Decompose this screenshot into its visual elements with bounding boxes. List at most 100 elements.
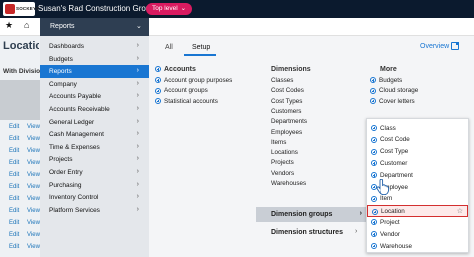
view-link[interactable]: View — [27, 136, 40, 142]
edit-link[interactable]: Edit — [9, 208, 19, 214]
reports-nav-tab[interactable]: Reports ⌄ — [40, 18, 149, 36]
dimension-groups-label: Dimension groups — [271, 210, 333, 218]
edit-link[interactable]: Edit — [9, 232, 19, 238]
link-label: Account group purposes — [164, 77, 233, 84]
submenu-item-label: Location — [381, 208, 405, 216]
link-label: Statistical accounts — [164, 97, 218, 105]
home-icon[interactable]: ⌂ — [24, 20, 29, 30]
menu-link-statistical-accounts[interactable]: Statistical accounts — [155, 98, 218, 105]
edit-link[interactable]: Edit — [9, 244, 19, 250]
dimension-structures-item[interactable]: Dimension structures — [271, 229, 343, 236]
menu-link-budgets[interactable]: Budgets — [370, 77, 402, 84]
menu-link-employees[interactable]: Employees — [271, 129, 302, 136]
menu-link-cover-letters[interactable]: Cover letters — [370, 98, 415, 105]
view-link[interactable]: View — [27, 124, 40, 130]
table-row: Edit View — [0, 206, 40, 217]
menu-link-cloud-storage[interactable]: Cloud storage — [370, 87, 418, 94]
menu-item-reports[interactable]: Reports › — [40, 65, 149, 79]
view-link[interactable]: View — [27, 148, 40, 154]
plus-circle-icon — [370, 87, 376, 94]
menu-item-purchasing[interactable]: Purchasing › — [40, 179, 149, 192]
tab-setup[interactable]: Setup — [192, 44, 210, 51]
menu-link-account-group-purposes[interactable]: Account group purposes — [155, 77, 232, 84]
link-label: Projects — [271, 159, 294, 167]
link-label: Cloud storage — [379, 87, 419, 95]
edit-link[interactable]: Edit — [9, 136, 19, 142]
submenu-item-customer[interactable]: Customer — [367, 157, 468, 169]
link-label: Cost Codes — [271, 87, 304, 95]
submenu-item-cost-type[interactable]: Cost Type — [367, 146, 468, 158]
view-link[interactable]: View — [27, 184, 40, 190]
logo-mark-icon — [5, 4, 15, 14]
link-label: Locations — [271, 149, 298, 157]
submenu-item-vendor[interactable]: Vendor — [367, 228, 468, 240]
edit-link[interactable]: Edit — [9, 172, 19, 178]
view-link[interactable]: View — [27, 220, 40, 226]
chevron-right-icon: › — [136, 193, 139, 201]
menu-item-label: Inventory Control — [49, 194, 99, 202]
view-link[interactable]: View — [27, 244, 40, 250]
menu-item-inventory-control[interactable]: Inventory Control › — [40, 191, 149, 204]
menu-item-general-ledger[interactable]: General Ledger › — [40, 116, 149, 129]
menu-link-classes[interactable]: Classes — [271, 77, 293, 84]
view-link[interactable]: View — [27, 196, 40, 202]
menu-link-warehouses[interactable]: Warehouses — [271, 180, 306, 187]
menu-item-label: Dashboards — [49, 43, 85, 50]
menu-item-order-entry[interactable]: Order Entry › — [40, 166, 149, 179]
favorites-star-icon[interactable]: ★ — [5, 20, 13, 31]
menu-link-account-groups[interactable]: Account groups — [155, 87, 208, 94]
menu-link-locations[interactable]: Locations — [271, 149, 298, 156]
edit-link[interactable]: Edit — [9, 160, 19, 166]
menu-link-cost-codes[interactable]: Cost Codes — [271, 87, 304, 94]
submenu-item-warehouse[interactable]: Warehouse — [367, 240, 468, 252]
plus-circle-icon — [155, 97, 161, 104]
submenu-item-cost-code[interactable]: Cost Code — [367, 134, 468, 146]
menu-link-vendors[interactable]: Vendors — [271, 170, 294, 177]
edit-link[interactable]: Edit — [9, 148, 19, 154]
menu-item-company[interactable]: Company › — [40, 78, 149, 91]
submenu-item-project[interactable]: Project — [367, 216, 468, 228]
plus-circle-icon — [371, 125, 377, 131]
submenu-item-location[interactable]: Location ☆ — [367, 204, 468, 217]
menu-link-customers[interactable]: Customers — [271, 108, 301, 115]
level-selector-button[interactable]: Top level ⌄ — [146, 3, 193, 15]
overview-link[interactable]: Overview — [420, 43, 449, 50]
menu-item-accounts-receivable[interactable]: Accounts Receivable › — [40, 103, 149, 116]
external-link-icon[interactable] — [451, 42, 459, 50]
menu-link-projects[interactable]: Projects — [271, 159, 294, 166]
view-link[interactable]: View — [27, 160, 40, 166]
menu-link-departments[interactable]: Departments — [271, 118, 307, 125]
edit-link[interactable]: Edit — [9, 220, 19, 226]
view-link[interactable]: View — [27, 208, 40, 214]
chevron-right-icon: › — [136, 42, 139, 49]
submenu-item-class[interactable]: Class — [367, 122, 468, 134]
menu-item-dashboards[interactable]: Dashboards › — [40, 40, 149, 53]
link-label: Departments — [271, 118, 308, 126]
company-name[interactable]: Susan's Rad Construction Group — [38, 4, 155, 13]
menu-link-items[interactable]: Items — [271, 139, 286, 146]
menu-link-cost-types[interactable]: Cost Types — [271, 98, 302, 105]
plus-circle-icon — [371, 160, 377, 167]
menu-item-budgets[interactable]: Budgets › — [40, 53, 149, 66]
dimension-groups-item[interactable]: Dimension groups › — [256, 207, 366, 222]
tab-all[interactable]: All — [165, 44, 173, 51]
table-row: Edit View — [0, 218, 40, 229]
chevron-right-icon: › — [136, 92, 139, 100]
plus-circle-icon — [370, 97, 376, 104]
plus-circle-icon — [155, 87, 161, 94]
favorite-star-icon[interactable]: ☆ — [457, 207, 463, 215]
edit-link[interactable]: Edit — [9, 124, 19, 130]
menu-item-time-expenses[interactable]: Time & Expenses › — [40, 141, 149, 154]
view-link[interactable]: View — [27, 172, 40, 178]
sockeye-logo[interactable]: SOCKEYE — [3, 2, 39, 16]
edit-link[interactable]: Edit — [9, 196, 19, 202]
menu-item-platform-services[interactable]: Platform Services › — [40, 204, 149, 217]
menu-item-projects[interactable]: Projects › — [40, 153, 149, 166]
chevron-right-icon: › — [136, 79, 139, 87]
link-label: Customers — [271, 107, 302, 115]
view-link[interactable]: View — [27, 232, 40, 238]
edit-link[interactable]: Edit — [9, 184, 19, 190]
menu-item-accounts-payable[interactable]: Accounts Payable › — [40, 90, 149, 103]
menu-item-cash-management[interactable]: Cash Management › — [40, 128, 149, 141]
menu-item-label: Accounts Payable — [49, 93, 102, 101]
